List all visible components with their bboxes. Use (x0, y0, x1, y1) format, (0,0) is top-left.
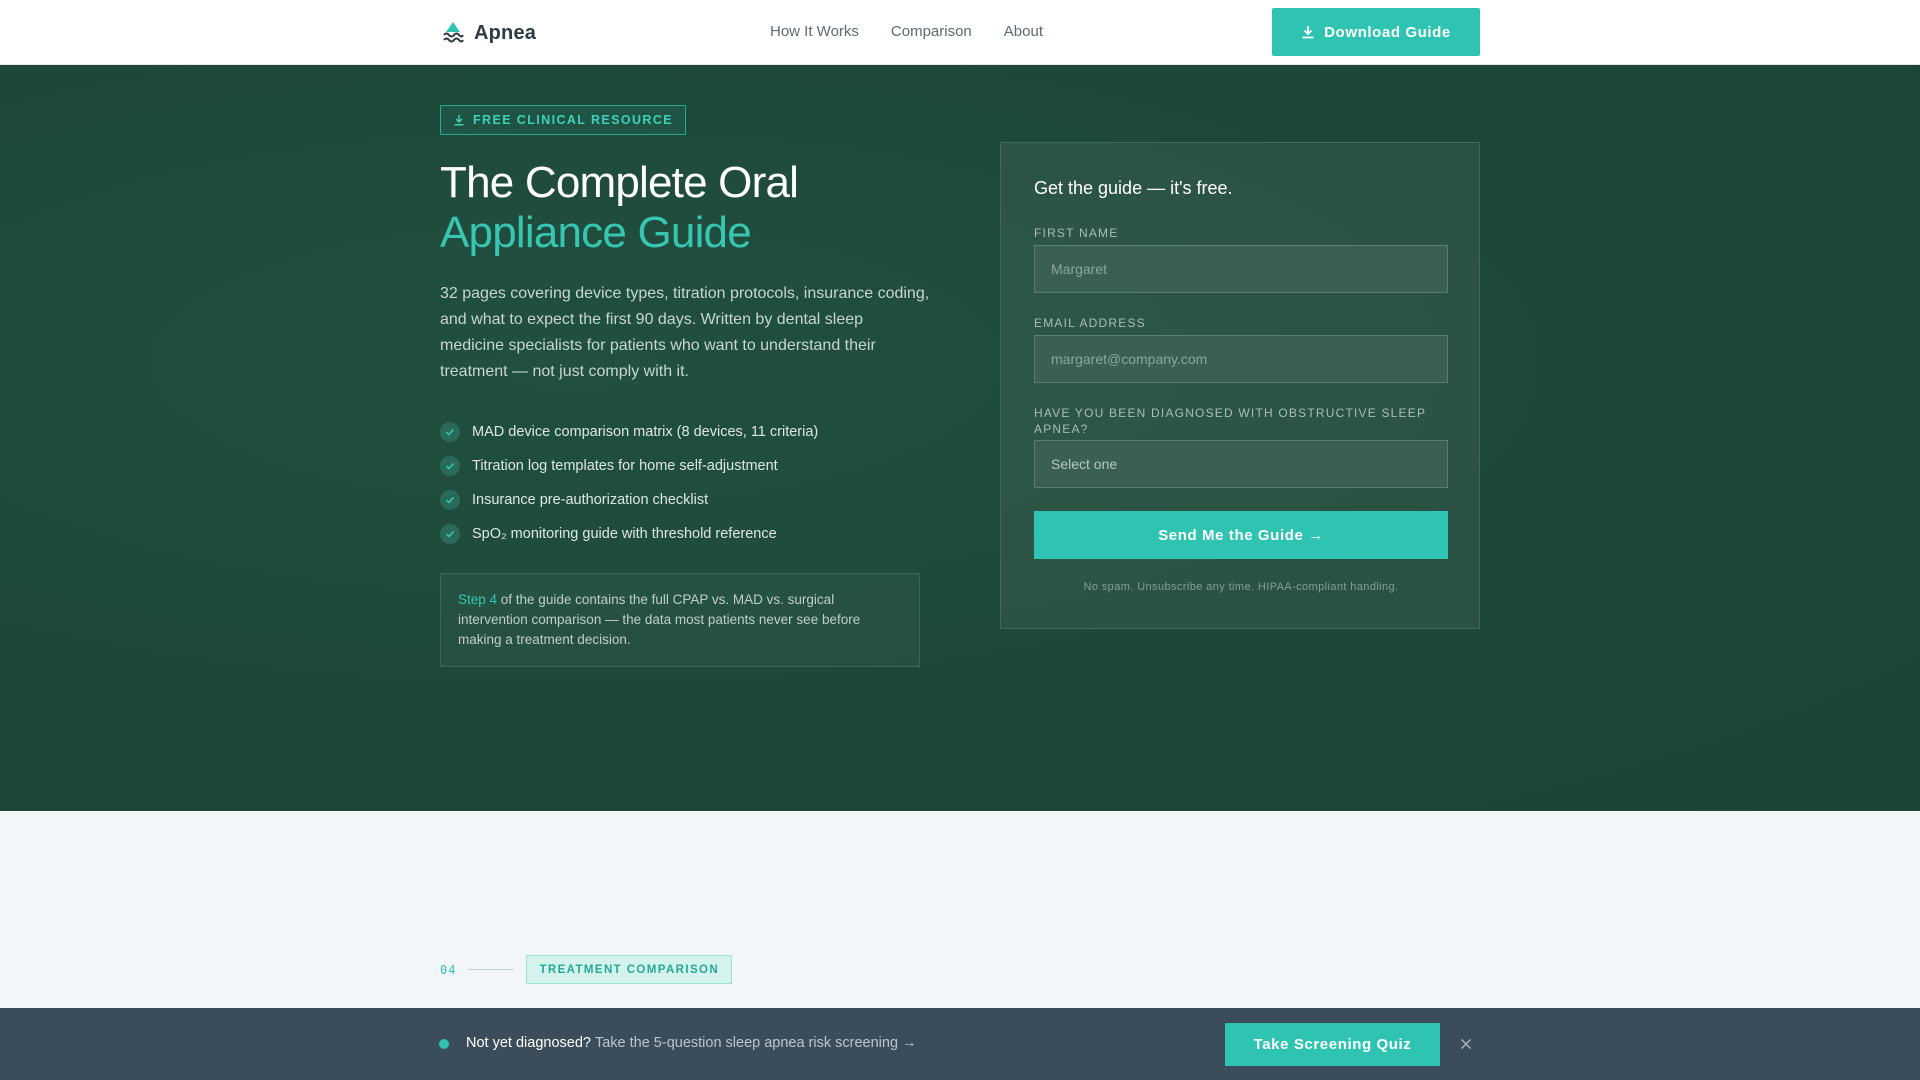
banner-link-text[interactable]: Take the 5-question sleep apnea risk scr… (595, 1035, 917, 1051)
feature-text: MAD device comparison matrix (8 devices,… (472, 424, 819, 440)
check-icon (440, 422, 460, 442)
page-title: The Complete Oral Appliance Guide (440, 158, 799, 258)
step-link[interactable]: Step 4 (458, 592, 497, 607)
section-label: TREATMENT COMPARISON (526, 955, 733, 984)
step-callout: Step 4 of the guide contains the full CP… (440, 573, 920, 667)
send-guide-button[interactable]: Send Me the Guide → (1034, 511, 1448, 559)
section-header: 04 TREATMENT COMPARISON (440, 955, 733, 984)
nav-links: How It Works Comparison About (770, 23, 1043, 40)
check-icon (440, 490, 460, 510)
nav-link-how-it-works[interactable]: How It Works (770, 23, 859, 40)
feature-text: SpO₂ monitoring guide with threshold ref… (472, 526, 777, 542)
nav-link-about[interactable]: About (1004, 23, 1043, 40)
logo-waves-icon (443, 22, 464, 43)
nav-link-comparison[interactable]: Comparison (891, 23, 972, 40)
feature-list: MAD device comparison matrix (8 devices,… (440, 415, 818, 551)
check-icon (440, 524, 460, 544)
email-label: EMAIL ADDRESS (1034, 316, 1146, 330)
osa-select-value: Select one (1051, 456, 1118, 472)
step-callout-text: of the guide contains the full CPAP vs. … (458, 592, 861, 647)
download-guide-button[interactable]: Download Guide (1272, 8, 1480, 56)
email-field[interactable]: margaret@company.com (1034, 335, 1448, 383)
guide-signup-form: Get the guide — it's free. FIRST NAME Ma… (1000, 142, 1480, 629)
form-disclaimer: No spam. Unsubscribe any time. HIPAA-com… (1083, 581, 1399, 593)
banner-strong-text: Not yet diagnosed? (466, 1035, 591, 1051)
screening-banner: Not yet diagnosed? Take the 5-question sl… (0, 1008, 1920, 1080)
check-icon (440, 456, 460, 476)
first-name-field[interactable]: Margaret (1034, 245, 1448, 293)
osa-select[interactable]: Select one (1034, 440, 1448, 488)
form-title: Get the guide — it's free. (1034, 178, 1233, 198)
top-nav: Apnea How It Works Comparison About Down… (0, 0, 1920, 65)
feature-item: Insurance pre-authorization checklist (440, 483, 818, 517)
feature-text: Insurance pre-authorization checklist (472, 492, 709, 508)
feature-item: Titration log templates for home self-ad… (440, 449, 818, 483)
brand-logo[interactable]: Apnea (440, 20, 536, 46)
hero-description: 32 pages covering device types, titratio… (440, 285, 930, 380)
download-icon (454, 115, 464, 126)
take-screening-quiz-button[interactable]: Take Screening Quiz (1225, 1023, 1440, 1066)
download-guide-label: Download Guide (1324, 23, 1451, 41)
feature-text: Titration log templates for home self-ad… (472, 458, 778, 474)
brand-name: Apnea (474, 21, 537, 44)
hero-section: FREE CLINICAL RESOURCE The Complete Oral… (0, 65, 1920, 811)
section-number: 04 (440, 962, 457, 977)
section-divider (468, 969, 515, 970)
title-line-2: Appliance Guide (440, 208, 752, 257)
osa-question-label: HAVE YOU BEEN DIAGNOSED WITH OBSTRUCTIVE… (1034, 406, 1426, 436)
free-resource-badge: FREE CLINICAL RESOURCE (440, 105, 687, 135)
close-icon[interactable] (1456, 1034, 1476, 1054)
first-name-label: FIRST NAME (1034, 226, 1119, 240)
feature-item: SpO₂ monitoring guide with threshold ref… (440, 517, 818, 551)
status-dot-icon (439, 1039, 449, 1049)
download-icon (1302, 26, 1314, 39)
banner-message: Not yet diagnosed? Take the 5-question sl… (466, 1035, 917, 1051)
feature-item: MAD device comparison matrix (8 devices,… (440, 415, 818, 449)
title-line-1: The Complete Oral (440, 158, 799, 207)
badge-label: FREE CLINICAL RESOURCE (473, 113, 674, 127)
